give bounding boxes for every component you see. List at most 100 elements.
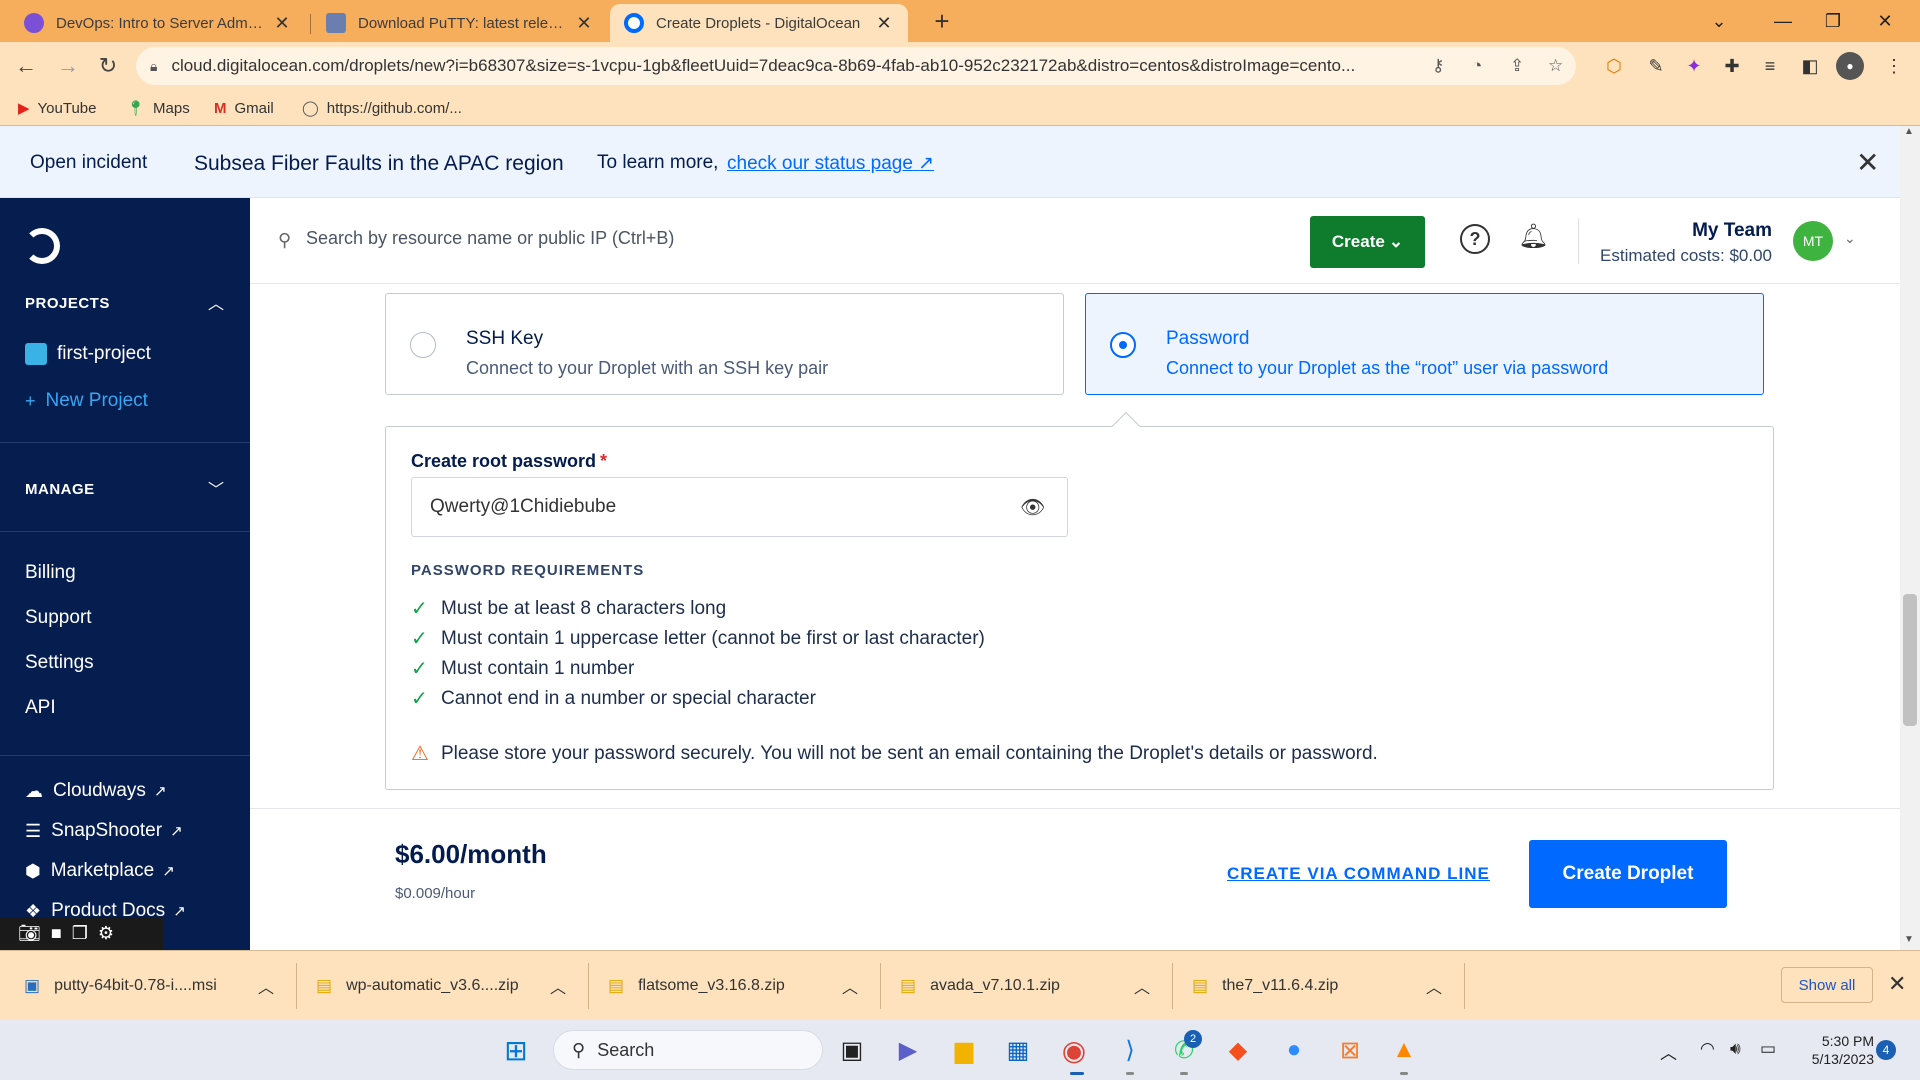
- download-item[interactable]: ▤ flatsome_v3.16.8.zip: [608, 973, 785, 999]
- show-password-eye-icon[interactable]: 👁︎: [1020, 495, 1045, 520]
- wifi-icon[interactable]: ◠: [1700, 1039, 1715, 1059]
- root-password-input[interactable]: [411, 477, 1068, 537]
- scroll-down-arrow-icon[interactable]: ▼: [1904, 934, 1914, 945]
- vscode-icon[interactable]: ⟩: [1114, 1034, 1146, 1066]
- bookmark-star-icon[interactable]: ☆: [1548, 56, 1563, 76]
- scroll-up-arrow-icon[interactable]: ▲: [1904, 126, 1914, 137]
- bookmark-github[interactable]: ◯ https://github.com/...: [302, 96, 462, 120]
- extension-orange-icon[interactable]: ⬡: [1600, 52, 1628, 80]
- back-button[interactable]: ←: [8, 48, 44, 84]
- new-project-button[interactable]: + New Project: [25, 390, 148, 412]
- pen-extension-icon[interactable]: ✎: [1642, 52, 1670, 80]
- page-scrollbar[interactable]: ▲ ▼: [1900, 126, 1920, 950]
- sparkle-extension-icon[interactable]: ✦: [1680, 52, 1708, 80]
- tab-putty[interactable]: Download PuTTY: latest release ( ✕: [312, 4, 608, 42]
- windows-start-icon[interactable]: ⊞: [500, 1034, 532, 1066]
- chevron-up-icon[interactable]: ︿: [258, 973, 274, 999]
- sidebar-item-billing[interactable]: Billing: [25, 562, 76, 584]
- close-tab-icon[interactable]: ✕: [874, 13, 894, 34]
- close-tab-icon[interactable]: ✕: [574, 13, 594, 34]
- avatar[interactable]: MT: [1793, 221, 1833, 261]
- download-separator: [588, 963, 589, 1009]
- sidebar-item-api[interactable]: API: [25, 697, 56, 719]
- scrollbar-thumb[interactable]: [1903, 594, 1917, 726]
- tab-devops[interactable]: DevOps: Intro to Server Administ ✕: [10, 4, 306, 42]
- download-item[interactable]: ▤ the7_v11.6.4.zip: [1192, 973, 1338, 999]
- resource-search-input[interactable]: Search by resource name or public IP (Ct…: [306, 228, 674, 249]
- help-icon[interactable]: ?: [1460, 224, 1490, 254]
- sidebar-item-support[interactable]: Support: [25, 607, 92, 629]
- status-page-link[interactable]: check our status page ↗: [727, 152, 934, 175]
- bookmark-maps[interactable]: 📍︎ Maps: [126, 96, 190, 120]
- digitalocean-logo-icon[interactable]: [24, 228, 60, 264]
- close-downloads-icon[interactable]: ✕: [1888, 971, 1906, 997]
- download-item[interactable]: ▣ putty-64bit-0.78-i....msi: [24, 973, 217, 999]
- tab-create-droplets[interactable]: Create Droplets - DigitalOcean ✕: [610, 4, 908, 42]
- volume-icon[interactable]: 🔊︎: [1730, 1039, 1741, 1059]
- xampp-icon[interactable]: ⊠: [1334, 1034, 1366, 1066]
- create-menu-button[interactable]: Create ⌄: [1310, 216, 1425, 268]
- task-view-icon[interactable]: ▣: [836, 1034, 868, 1066]
- chrome-icon[interactable]: ◉: [1058, 1034, 1090, 1066]
- download-item[interactable]: ▤ avada_v7.10.1.zip: [900, 973, 1060, 999]
- vlc-icon[interactable]: ▲: [1388, 1034, 1420, 1066]
- sidebar-item-first-project[interactable]: first-project: [25, 343, 151, 365]
- browser-menu-icon[interactable]: ⋮: [1880, 52, 1908, 80]
- microsoft-store-icon[interactable]: ▦: [1002, 1034, 1034, 1066]
- show-hidden-icons-chevron-icon[interactable]: ︿: [1660, 1039, 1677, 1064]
- teams-chat-icon[interactable]: ▶: [892, 1034, 924, 1066]
- team-name[interactable]: My Team: [1600, 220, 1772, 242]
- close-tab-icon[interactable]: ✕: [272, 13, 292, 34]
- notification-bell-icon[interactable]: 🔔︎: [1518, 222, 1548, 251]
- side-panel-icon[interactable]: ◧: [1796, 52, 1824, 80]
- address-bar[interactable]: 🔒︎ cloud.digitalocean.com/droplets/new?i…: [136, 47, 1576, 85]
- chevron-up-icon[interactable]: ︿: [1134, 973, 1150, 999]
- close-window-button[interactable]: ✕: [1862, 6, 1908, 36]
- incident-close-icon[interactable]: ✕: [1856, 146, 1879, 179]
- sidebar-item-marketplace[interactable]: ⬢ Marketplace ↗: [25, 860, 175, 882]
- auth-option-password[interactable]: Password Connect to your Droplet as the …: [1085, 293, 1764, 395]
- camera-icon[interactable]: 📷︎: [18, 923, 41, 944]
- file-explorer-icon[interactable]: ▆: [948, 1034, 980, 1066]
- ssh-key-radio[interactable]: [410, 332, 436, 358]
- chevron-up-icon[interactable]: ︿: [208, 290, 224, 314]
- key-icon[interactable]: ⚷: [1432, 56, 1444, 76]
- restore-button[interactable]: ❐: [1810, 6, 1856, 36]
- bookmark-gmail[interactable]: M Gmail: [214, 96, 274, 120]
- profile-avatar-icon[interactable]: ●: [1836, 52, 1864, 80]
- estimated-costs: Estimated costs: $0.00: [1600, 246, 1772, 265]
- bookmark-youtube[interactable]: ▶ YouTube: [18, 96, 97, 120]
- share-icon[interactable]: ⇪: [1510, 56, 1524, 76]
- password-radio[interactable]: [1110, 332, 1136, 358]
- create-droplet-button[interactable]: Create Droplet: [1529, 840, 1727, 908]
- forward-button[interactable]: →: [50, 48, 86, 84]
- window-capture-icon[interactable]: ❐: [72, 923, 88, 944]
- performance-icon[interactable]: ◔: [1472, 56, 1482, 76]
- show-all-downloads-button[interactable]: Show all: [1781, 967, 1873, 1003]
- chevron-up-icon[interactable]: ︿: [842, 973, 858, 999]
- chevron-down-icon[interactable]: ﹀: [208, 476, 224, 500]
- chevron-up-icon[interactable]: ︿: [1426, 973, 1442, 999]
- tab-search-chevron-icon[interactable]: ⌄: [1696, 6, 1742, 36]
- new-tab-button[interactable]: +: [924, 4, 960, 38]
- sidebar-item-snapshooter[interactable]: ☰ SnapShooter ↗: [25, 820, 183, 842]
- video-camera-icon[interactable]: ■: [51, 923, 62, 944]
- chevron-down-icon[interactable]: ⌄: [1844, 230, 1856, 247]
- taskbar-search[interactable]: ⚲ Search: [553, 1030, 823, 1070]
- sidebar-item-settings[interactable]: Settings: [25, 652, 94, 674]
- zoom-icon[interactable]: ●: [1278, 1034, 1310, 1066]
- battery-icon[interactable]: ▭: [1760, 1039, 1776, 1059]
- notification-count-badge[interactable]: 4: [1876, 1040, 1896, 1060]
- minimize-button[interactable]: —: [1760, 6, 1806, 36]
- chevron-up-icon[interactable]: ︿: [550, 973, 566, 999]
- settings-gear-icon[interactable]: ⚙: [98, 923, 114, 944]
- download-item[interactable]: ▤ wp-automatic_v3.6....zip: [316, 973, 519, 999]
- media-queue-icon[interactable]: ≡: [1756, 52, 1784, 80]
- create-via-command-line-link[interactable]: CREATE VIA COMMAND LINE: [1227, 864, 1490, 884]
- system-clock[interactable]: 5:30 PM 5/13/2023: [1794, 1032, 1874, 1068]
- git-icon[interactable]: ◆: [1222, 1034, 1254, 1066]
- extensions-puzzle-icon[interactable]: ✚: [1718, 52, 1746, 80]
- auth-option-ssh-key[interactable]: SSH Key Connect to your Droplet with an …: [385, 293, 1064, 395]
- sidebar-item-cloudways[interactable]: ☁ Cloudways ↗: [25, 780, 167, 802]
- reload-button[interactable]: ↻: [90, 48, 126, 84]
